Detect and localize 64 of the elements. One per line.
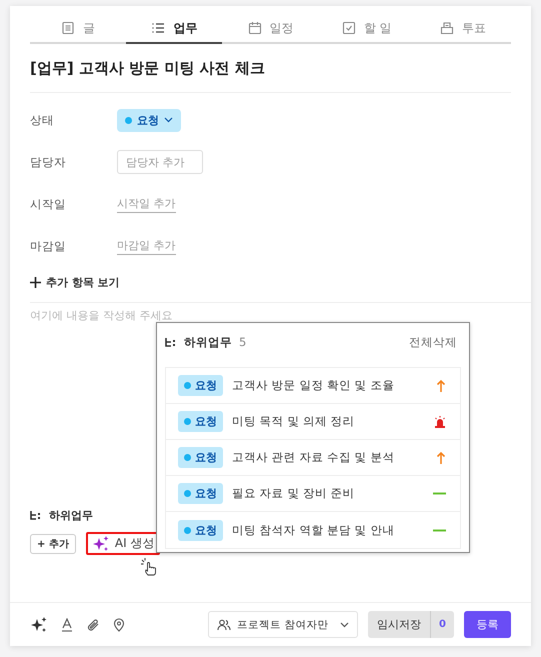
chevron-down-icon xyxy=(164,117,173,123)
status-dropdown[interactable]: 요청 xyxy=(117,108,181,132)
subtask-item[interactable]: 요청 고객사 관련 자료 수집 및 분석 xyxy=(166,440,460,476)
subtask-title: 필요 자료 및 장비 준비 xyxy=(232,486,356,501)
calendar-icon xyxy=(248,21,262,35)
subtask-title: 고객사 방문 일정 확인 및 조율 xyxy=(232,378,396,393)
draft-save-button[interactable]: 임시저장 xyxy=(368,611,430,638)
document-icon xyxy=(61,21,76,35)
dash-icon xyxy=(433,492,446,495)
dash-icon xyxy=(433,528,446,532)
popup-title: 하위업무 xyxy=(184,334,232,350)
visibility-dropdown[interactable]: 프로젝트 참여자만 xyxy=(208,611,358,638)
subtask-title: 미팅 참석자 역할 분담 및 안내 xyxy=(232,522,396,538)
field-label: 시작일 xyxy=(30,196,67,212)
list-icon xyxy=(151,21,166,35)
text-format-icon xyxy=(60,618,74,632)
up-arrow-icon xyxy=(436,378,446,392)
ai-generate-button[interactable]: AI 생성 xyxy=(86,532,160,555)
subtask-icon xyxy=(165,337,177,347)
assignee-field[interactable]: 담당자 추가 xyxy=(117,150,203,174)
sparkles-icon xyxy=(92,534,110,552)
more-fields-button[interactable]: 추가 항목 보기 xyxy=(30,275,511,290)
checkbox-icon xyxy=(342,21,356,35)
tab-label: 일정 xyxy=(270,20,294,36)
plus-icon xyxy=(30,277,41,288)
tab[interactable]: 투표 xyxy=(414,14,512,44)
paperclip-icon xyxy=(86,618,100,632)
tab[interactable]: 할 일 xyxy=(318,14,415,44)
tab[interactable]: 글 xyxy=(30,14,126,44)
tab-label: 글 xyxy=(83,20,96,36)
field-label: 상태 xyxy=(30,112,55,128)
field-label: 담당자 xyxy=(30,154,67,170)
subtask-item[interactable]: 요청 필요 자료 및 장비 준비 xyxy=(166,476,460,512)
ballot-box-icon xyxy=(440,21,454,35)
subtask-icon xyxy=(30,510,42,520)
tab-label: 업무 xyxy=(173,20,198,36)
tab-label: 투표 xyxy=(462,20,486,36)
tab-label: 할 일 xyxy=(364,20,392,36)
status-tag: 요청 xyxy=(178,411,223,432)
subtask-item[interactable]: 요청 고객사 방문 일정 확인 및 조율 xyxy=(166,368,460,404)
status-tag: 요청 xyxy=(178,483,223,504)
status-tag: 요청 xyxy=(178,520,223,540)
subtask-item[interactable]: 요청 미팅 목적 및 의제 정리 xyxy=(166,404,460,440)
users-icon xyxy=(217,618,232,630)
chevron-down-icon xyxy=(340,622,350,628)
subtask-count: 5 xyxy=(239,335,248,349)
siren-icon xyxy=(434,416,446,428)
task-title: [업무] 고객사 방문 미팅 사전 체크 xyxy=(30,44,511,93)
sparkles-icon xyxy=(30,616,48,634)
subtask-label: 하위업무 xyxy=(49,508,93,522)
delete-all-button[interactable]: 전체삭제 xyxy=(405,334,461,350)
tab[interactable]: 일정 xyxy=(222,14,319,44)
subtask-item[interactable]: 요청 미팅 참석자 역할 분담 및 안내 xyxy=(166,512,460,548)
subtask-title: 고객사 관련 자료 수집 및 분석 xyxy=(232,450,396,465)
up-arrow-icon xyxy=(436,450,446,464)
subtask-title: 미팅 목적 및 의제 정리 xyxy=(232,414,356,429)
status-tag: 요청 xyxy=(178,447,223,468)
field-label: 마감일 xyxy=(30,238,67,254)
status-tag: 요청 xyxy=(178,375,223,396)
add-subtask-button[interactable]: + 추가 xyxy=(30,534,76,554)
tab[interactable]: 업무 xyxy=(126,14,222,44)
submit-button[interactable]: 등록 xyxy=(464,611,511,638)
draft-count: 0 xyxy=(430,611,454,638)
location-pin-icon xyxy=(112,618,126,632)
